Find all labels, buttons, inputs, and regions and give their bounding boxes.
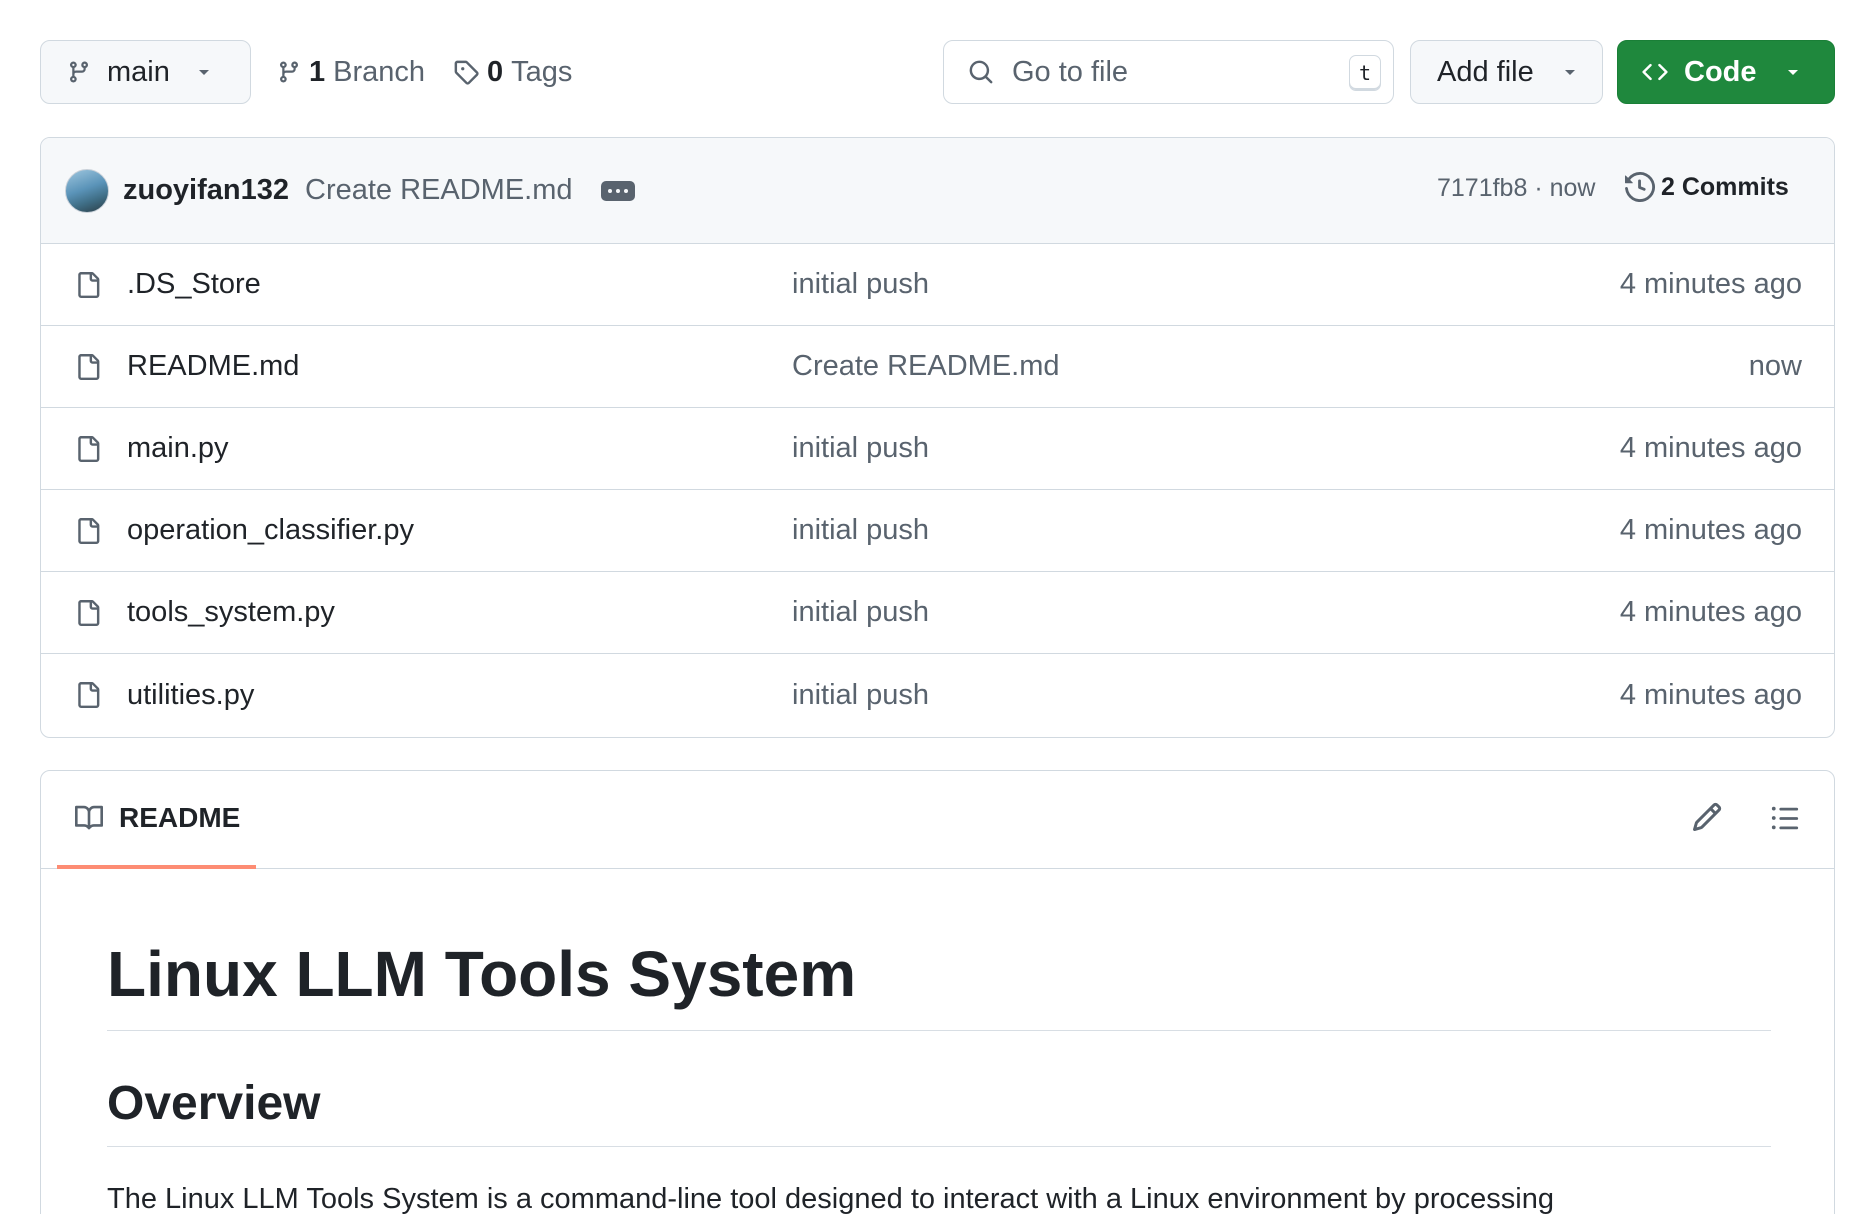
file-name[interactable]: operation_classifier.py: [127, 514, 414, 547]
code-button[interactable]: Code: [1617, 40, 1835, 104]
go-to-file-input[interactable]: Go to file t: [943, 40, 1394, 104]
file-row[interactable]: .DS_Store initial push 4 minutes ago: [41, 244, 1834, 326]
file-commit-message[interactable]: initial push: [792, 514, 929, 547]
git-branch-icon: [69, 61, 88, 83]
overview-paragraph: The Linux LLM Tools System is a command-…: [107, 1182, 1554, 1214]
code-label: Code: [1684, 55, 1757, 88]
file-row[interactable]: main.py initial push 4 minutes ago: [41, 408, 1834, 490]
tag-icon: [454, 60, 479, 85]
file-icon: [78, 600, 100, 626]
file-icon: [78, 436, 100, 462]
branches-label: Branch: [333, 55, 426, 88]
code-icon: [1642, 63, 1668, 81]
commit-sha-time[interactable]: 7171fb8 · now: [1437, 174, 1595, 203]
commit-author[interactable]: zuoyifan132: [123, 174, 289, 207]
branch-selector-button[interactable]: main: [40, 40, 251, 104]
file-commit-time: 4 minutes ago: [1619, 268, 1802, 300]
commit-message[interactable]: Create README.md: [305, 174, 573, 207]
file-icon: [78, 354, 100, 380]
file-name[interactable]: .DS_Store: [127, 268, 261, 301]
file-row[interactable]: README.md Create README.md now: [41, 326, 1834, 408]
latest-commit-bar: zuoyifan132 Create README.md 7171fb8 · n…: [41, 138, 1834, 244]
commit-sha: 7171fb8: [1437, 174, 1528, 202]
commits-link[interactable]: 2 Commits: [1625, 172, 1789, 202]
file-commit-time: 4 minutes ago: [1619, 514, 1802, 546]
readme-title: Linux LLM Tools System: [107, 940, 1771, 1032]
file-row[interactable]: utilities.py initial push 4 minutes ago: [41, 654, 1834, 736]
branches-count: 1: [309, 55, 326, 88]
branches-link[interactable]: 1 Branch: [277, 40, 425, 104]
file-commit-time: 4 minutes ago: [1619, 432, 1802, 464]
readme-panel: README Linux LLM Tools System Overview T…: [40, 770, 1835, 1214]
file-name[interactable]: README.md: [127, 350, 299, 383]
list-unordered-icon[interactable]: [1769, 803, 1801, 833]
readme-tab-label: README: [119, 802, 241, 833]
add-file-label: Add file: [1437, 55, 1534, 88]
file-icon: [78, 272, 100, 298]
file-commit-time: now: [1748, 350, 1802, 382]
add-file-button[interactable]: Add file: [1410, 40, 1603, 104]
tags-link[interactable]: 0 Tags: [453, 40, 572, 104]
history-icon: [1625, 172, 1655, 202]
tags-count: 0: [487, 55, 504, 88]
caret-down-icon: [198, 70, 209, 75]
shortcut-key: t: [1349, 55, 1381, 91]
file-commit-message[interactable]: initial push: [792, 679, 929, 712]
file-name[interactable]: main.py: [127, 432, 229, 465]
commits-label: 2 Commits: [1661, 172, 1789, 201]
tab-readme[interactable]: README: [57, 771, 256, 869]
tags-label: Tags: [511, 55, 573, 88]
file-row[interactable]: tools_system.py initial push 4 minutes a…: [41, 572, 1834, 654]
file-commit-message[interactable]: initial push: [792, 432, 929, 465]
search-icon: [969, 60, 993, 84]
file-icon: [78, 682, 100, 708]
overview-heading: Overview: [107, 1078, 1771, 1147]
branch-name: main: [107, 55, 170, 88]
file-list: zuoyifan132 Create README.md 7171fb8 · n…: [40, 137, 1835, 738]
file-commit-time: 4 minutes ago: [1619, 596, 1802, 628]
file-commit-message[interactable]: initial push: [792, 268, 929, 301]
commit-expand-button[interactable]: [600, 180, 635, 201]
file-icon: [78, 518, 100, 544]
file-name[interactable]: utilities.py: [127, 679, 254, 712]
repo-toolbar: main 1 Branch 0 Tags Go to file t Add fi…: [40, 40, 1835, 104]
file-commit-message[interactable]: initial push: [792, 596, 929, 629]
caret-down-icon: [1564, 70, 1575, 75]
git-branch-icon: [279, 61, 298, 83]
search-placeholder: Go to file: [1012, 55, 1129, 88]
file-commit-time: 4 minutes ago: [1619, 678, 1802, 711]
repository-page: main 1 Branch 0 Tags Go to file t Add fi…: [0, 0, 1868, 1214]
pencil-icon[interactable]: [1691, 801, 1723, 833]
avatar[interactable]: [65, 168, 109, 213]
file-commit-message[interactable]: Create README.md: [792, 350, 1060, 383]
separator-dot: ·: [1534, 174, 1550, 202]
file-name[interactable]: tools_system.py: [127, 596, 335, 629]
readme-content: Linux LLM Tools System Overview The Linu…: [107, 869, 1771, 1214]
book-icon: [75, 805, 104, 830]
caret-down-icon: [1787, 70, 1798, 75]
readme-header: README: [41, 771, 1834, 869]
commit-time: now: [1549, 174, 1596, 202]
file-row[interactable]: operation_classifier.py initial push 4 m…: [41, 490, 1834, 572]
